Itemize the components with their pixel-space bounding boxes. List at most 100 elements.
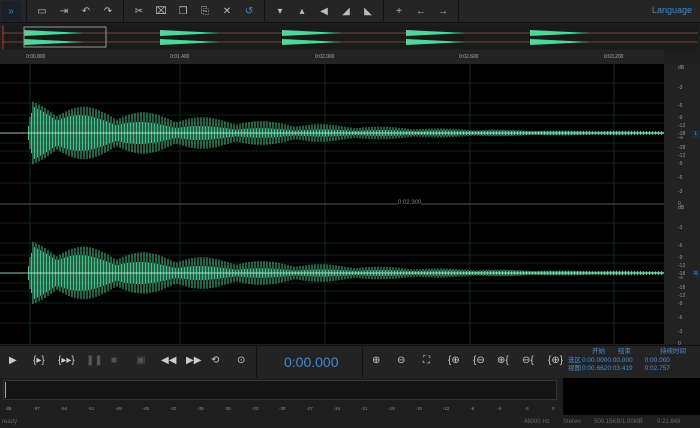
- db-label: -12: [678, 153, 686, 159]
- overview-wave: [282, 30, 342, 36]
- record-icon[interactable]: ▣: [136, 355, 145, 366]
- db-label: -12: [678, 263, 686, 269]
- view-duration[interactable]: 0:02.757: [645, 365, 670, 372]
- meter-tick: -39: [197, 406, 204, 411]
- db-label: -3: [678, 329, 683, 335]
- overview-wave: [160, 30, 220, 36]
- meter-tick: -45: [142, 406, 150, 411]
- meter-bar: [3, 380, 557, 400]
- db-label: dB: [678, 65, 685, 71]
- overview-wave: [406, 30, 466, 36]
- meter-tick: -51: [87, 406, 95, 411]
- zoom-out-icon[interactable]: ⊖: [397, 355, 405, 366]
- speaker-icon[interactable]: ◀: [314, 1, 334, 21]
- add-icon[interactable]: +: [389, 1, 409, 21]
- volume-down-icon[interactable]: ▾: [270, 1, 290, 21]
- language-menu[interactable]: Language: [652, 5, 692, 15]
- zoom-in-left-icon[interactable]: {⊕: [448, 355, 460, 366]
- selection-info: 开始 结束 持续时间 选区0:00.0000:00.000 0:00.000 视图0:…: [568, 348, 686, 374]
- row-label: 选区: [568, 356, 581, 364]
- db-label: -18: [678, 285, 686, 291]
- ruler-label: 0:02.600: [459, 54, 479, 60]
- sel-start[interactable]: 0:00.000: [582, 357, 607, 364]
- paste-icon[interactable]: ⎘: [195, 1, 215, 21]
- meter-tick: -18: [388, 406, 395, 411]
- meter-tick: -12: [442, 406, 450, 411]
- delete-icon[interactable]: ✕: [217, 1, 237, 21]
- zoom-out-left-icon[interactable]: {⊖: [473, 355, 485, 366]
- db-label: -3: [678, 85, 683, 91]
- rewind-icon[interactable]: ◀◀: [161, 355, 176, 366]
- fade-in-icon[interactable]: ◢: [336, 1, 356, 21]
- crop-icon[interactable]: ⌧: [151, 1, 171, 21]
- redo-icon[interactable]: ↷: [98, 1, 118, 21]
- zoom-in-right-icon[interactable]: ⊕{: [497, 355, 509, 366]
- overview-wave: [530, 39, 590, 45]
- meter-tick: -24: [333, 406, 341, 411]
- preview-panel: [563, 378, 700, 415]
- time-display: 0:00.000: [284, 354, 339, 370]
- fast-forward-icon[interactable]: ▶▶: [186, 355, 201, 366]
- view-start[interactable]: 0:00.662: [582, 365, 607, 372]
- db-label: -∞: [678, 135, 684, 141]
- volume-up-icon[interactable]: ▴: [292, 1, 312, 21]
- db-label: dB: [678, 205, 685, 211]
- db-label: -9: [678, 161, 683, 167]
- open-icon[interactable]: ▭: [32, 1, 52, 21]
- sel-duration[interactable]: 0:00.000: [645, 357, 670, 364]
- time-ruler[interactable]: 0:00.800 0:01.400 0:02.000 0:02.600 0:03…: [0, 50, 664, 64]
- meter-tick: -36: [224, 406, 231, 411]
- meter-tick: -54: [60, 406, 68, 411]
- zoom-in-icon[interactable]: ⊕: [372, 355, 380, 366]
- file-size: 500.15KB/1.00MB: [594, 419, 643, 425]
- play-loop-selection-icon[interactable]: {▸▸}: [58, 355, 75, 366]
- focus-icon[interactable]: ⊙: [237, 355, 245, 366]
- cut-icon[interactable]: ✂: [129, 1, 149, 21]
- db-label: -18: [678, 145, 686, 151]
- play-icon[interactable]: ▶: [9, 355, 17, 366]
- stop-icon[interactable]: ■: [111, 355, 117, 366]
- export-icon[interactable]: ⇥: [54, 1, 74, 21]
- overview-wave: [530, 30, 590, 36]
- db-label: -9: [678, 301, 683, 307]
- zoom-out-right-icon[interactable]: ⊖{: [522, 355, 534, 366]
- db-label: -6: [678, 175, 683, 181]
- sample-rate: 48000 Hz: [524, 419, 550, 425]
- channels: Stereo: [563, 419, 581, 425]
- zoom-selection-icon[interactable]: {⊕}: [548, 355, 563, 366]
- overview-waveform[interactable]: [2, 25, 698, 49]
- ruler-label: 0:01.400: [170, 54, 190, 60]
- col-start: 开始: [592, 348, 605, 355]
- overview-wave: [282, 39, 342, 45]
- zoom-fit-icon[interactable]: ⛶: [423, 355, 430, 366]
- db-label: -9: [678, 255, 683, 261]
- db-label: -3: [678, 225, 683, 231]
- revert-icon[interactable]: ↺: [239, 1, 259, 21]
- meter-tick: -6: [497, 406, 502, 411]
- ruler-label: 0:00.800: [26, 54, 46, 60]
- overview-wave: [406, 39, 466, 45]
- sel-end[interactable]: 0:00.000: [607, 357, 632, 364]
- pause-icon[interactable]: ❚❚: [86, 355, 103, 366]
- status-text: ready: [2, 419, 18, 425]
- fade-out-icon[interactable]: ◣: [358, 1, 378, 21]
- meter-tick: -27: [306, 406, 313, 411]
- channel-badge[interactable]: L: [692, 130, 700, 138]
- col-end: 结束: [618, 348, 631, 355]
- loop-icon[interactable]: ⟲: [211, 355, 219, 366]
- view-end[interactable]: 0:03.419: [607, 365, 632, 372]
- channel-badge[interactable]: R: [692, 270, 700, 278]
- play-selection-icon[interactable]: {▸}: [33, 355, 45, 366]
- undo-icon[interactable]: ↶: [76, 1, 96, 21]
- waveform-tracks[interactable]: 0:02.300: [0, 64, 664, 344]
- status-bar: ready 48000 Hz Stereo 500.15KB/1.00MB 0:…: [0, 416, 700, 428]
- arrow-right-icon[interactable]: →: [433, 1, 453, 21]
- expand-icon[interactable]: »: [1, 1, 21, 21]
- transport-bar: ▶ {▸} {▸▸} ❚❚ ■ ▣ ◀◀ ▶▶ ⟲ ⊙ 0:00.000 ⊕ ⊖…: [0, 345, 700, 379]
- arrow-left-icon[interactable]: ←: [411, 1, 431, 21]
- meter-tick: -3: [524, 406, 529, 411]
- copy-icon[interactable]: ❐: [173, 1, 193, 21]
- meter-tick: -57: [33, 406, 40, 411]
- ruler-label: 0:03.200: [604, 54, 624, 60]
- meter-tick: 0: [552, 406, 555, 411]
